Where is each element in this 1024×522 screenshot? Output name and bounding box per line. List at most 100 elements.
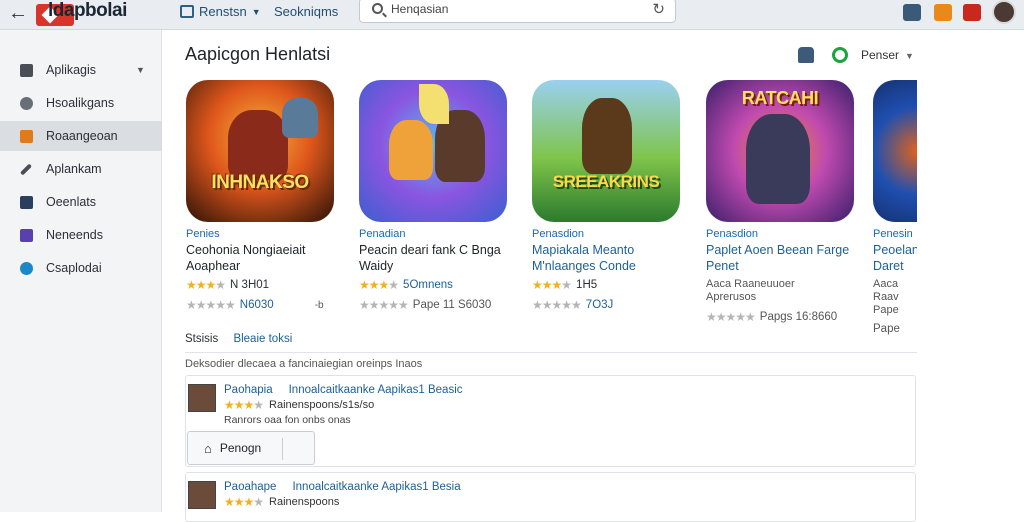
back-arrow-icon[interactable]: ← <box>8 2 28 25</box>
review-rating: ★★★★ Rainenspoons/s1s/so <box>224 398 374 412</box>
app-thumbnail[interactable]: INHNAKSO <box>186 80 334 222</box>
gear-icon <box>20 96 33 110</box>
app-card[interactable]: SREEAKRINS Penasdion Mapiakala Meanto M'… <box>532 80 684 312</box>
app-thumbnail[interactable]: RATCAHI <box>706 80 854 222</box>
store-icon[interactable] <box>903 4 921 21</box>
rating-stars: ★★★★★ <box>359 298 409 312</box>
puzzle-icon[interactable] <box>934 4 952 21</box>
filter-label: Penser <box>861 48 900 62</box>
review-title: Innoalcaitkaanke Aapikas1 Besia <box>292 481 461 493</box>
app-name[interactable]: Ceohonia Nongiaeiait Aoaphear <box>186 242 338 274</box>
reviewer-avatar <box>188 384 216 412</box>
sidebar-item-aplikagis[interactable]: Aplikagis ▼ <box>0 55 162 85</box>
app-card[interactable]: Penadian Peacin deari fank C Bnga Waidy … <box>359 80 511 312</box>
review-header: Paohapia Innoalcaitkaanke Aapikas1 Beasic <box>224 384 463 396</box>
top-bar: ← ldapbolai Renstsn ▼ Seokniqms ↻ <box>0 0 1024 30</box>
app-rating-secondary: ★★★★★ Papgs 16:8660 <box>706 310 858 324</box>
review-rating: ★★★★ Rainenspoons <box>224 495 339 509</box>
app-thumbnail[interactable] <box>873 80 917 222</box>
document-icon <box>20 195 33 209</box>
sidebar-item-label: Neneends <box>46 228 103 242</box>
user-avatar[interactable] <box>992 0 1016 24</box>
review-meta: Rainenspoons <box>269 496 340 508</box>
search-icon <box>372 3 383 14</box>
rating-stars: ★★★★★ <box>186 298 236 312</box>
review-count: 7O3J <box>585 299 614 311</box>
chevron-down-icon: ▼ <box>251 6 261 17</box>
rating-stars: ★★★★ <box>532 278 572 292</box>
review-meta: Rainenspoons/s1s/so <box>269 399 375 411</box>
app-meta: Aaca Raav Pape <box>873 278 899 316</box>
app-card[interactable]: RATCAHI Penasdion Paplet Aoen Beean Farg… <box>706 80 858 324</box>
chevron-down-icon: ▼ <box>136 65 145 75</box>
rating-value: N 3H01 <box>230 279 270 291</box>
app-meta: Aaca Raaneuuoer Aprerusos <box>706 278 795 303</box>
app-card[interactable]: INHNAKSO Penies Ceohonia Nongiaeiait Aoa… <box>186 80 338 312</box>
app-rating: ★★★★ 5Omnens <box>359 278 511 292</box>
app-art-title: INHNAKSO <box>211 172 309 193</box>
pdf-icon[interactable] <box>963 4 981 21</box>
sidebar-item-oeenlats[interactable]: Oeenlats <box>0 187 162 217</box>
app-rating: ★★★★ 1H5 <box>532 278 684 292</box>
rating-value: 5Omnens <box>403 279 453 291</box>
nav-dropdown[interactable]: Renstsn ▼ <box>180 4 261 19</box>
refresh-icon[interactable]: ↻ <box>652 0 665 18</box>
app-category: Penies <box>186 228 220 240</box>
filter-dropdown[interactable]: Penser ▼ <box>861 48 914 62</box>
sidebar-item-roaangeoan[interactable]: Roaangeoan <box>0 121 162 151</box>
review-card: Paoahape Innoalcaitkaanke Aapikas1 Besia … <box>185 472 916 522</box>
app-name[interactable]: Peoelanse Daret <box>873 242 917 274</box>
app-thumbnail[interactable]: SREEAKRINS <box>532 80 680 222</box>
reviewer-name[interactable]: Paohapia <box>224 384 273 396</box>
pencil-icon <box>19 162 33 176</box>
rating-stars: ★★★★ <box>359 278 399 292</box>
rating-stars: ★★★★★ <box>532 298 582 312</box>
rating-stars: ★★★★ <box>224 398 264 412</box>
sidebar: Aplikagis ▼ Hsoalikgans Roaangeoan Aplan… <box>0 30 162 512</box>
sidebar-item-hsoalikgans[interactable]: Hsoalikgans <box>0 88 162 118</box>
bag-icon[interactable] <box>798 47 814 63</box>
review-text: Ranrors oaa fon onbs onas <box>224 414 351 426</box>
app-name[interactable]: Mapiakala Meanto M'nlaanges Conde <box>532 242 684 274</box>
rating-value: 1H5 <box>576 279 598 291</box>
sidebar-item-aplankam[interactable]: Aplankam <box>0 154 162 184</box>
app-card[interactable]: Penesin Peoelanse Daret Aaca Raav Pape P… <box>873 80 917 335</box>
page-title: Aapicgon Henlatsi <box>185 44 331 64</box>
app-rating-secondary: Pape <box>873 323 917 335</box>
section-description: Deksodier dlecaea a fancinaiegian oreinp… <box>185 358 423 370</box>
app-name[interactable]: Paplet Aoen Beean Farge Penet <box>706 242 858 274</box>
sidebar-item-neneends[interactable]: Neneends <box>0 220 162 250</box>
review-title: Innoalcaitkaanke Aapikas1 Beasic <box>288 384 463 396</box>
search-input[interactable] <box>391 2 631 16</box>
status-icon[interactable] <box>832 47 848 63</box>
sidebar-item-csaplodai[interactable]: Csaplodai <box>0 253 162 283</box>
reviewer-name[interactable]: Paoahape <box>224 481 276 493</box>
review-card: Paohapia Innoalcaitkaanke Aapikas1 Beasic… <box>185 375 916 467</box>
reviewer-avatar <box>188 481 216 509</box>
status-value[interactable]: Bleaie toksi <box>233 333 292 345</box>
brand-name: ldapbolai <box>48 0 127 21</box>
app-category: Penadian <box>359 228 406 240</box>
chevron-down-icon: ▼ <box>905 51 914 61</box>
app-rating-secondary: ★★★★★ 7O3J <box>532 298 684 312</box>
status-label: Stsisis <box>185 333 219 345</box>
rating-stars: ★★★★★ <box>706 310 756 324</box>
rating-stars: ★★★★ <box>224 495 264 509</box>
review-action-button[interactable]: ⌂ Penogn <box>187 431 315 465</box>
sidebar-item-label: Aplikagis <box>46 63 97 77</box>
sidebar-item-label: Roaangeoan <box>46 129 118 143</box>
search-bar[interactable]: ↻ <box>359 0 676 23</box>
app-thumbnail[interactable] <box>359 80 507 222</box>
divider <box>185 352 917 353</box>
sidebar-item-label: Hsoalikgans <box>46 96 115 110</box>
sidebar-item-label: Aplankam <box>46 162 102 176</box>
rating-extra: -b <box>314 299 324 311</box>
review-count: Pape <box>873 323 900 335</box>
nav-link[interactable]: Seokniqms <box>274 4 338 19</box>
cloud-icon <box>20 261 33 275</box>
nav-dropdown-label: Renstsn <box>199 4 247 19</box>
app-art-title: SREEAKRINS <box>552 172 660 191</box>
app-category: Penasdion <box>706 228 758 240</box>
sidebar-item-label: Oeenlats <box>46 195 97 209</box>
app-name[interactable]: Peacin deari fank C Bnga Waidy <box>359 242 511 274</box>
